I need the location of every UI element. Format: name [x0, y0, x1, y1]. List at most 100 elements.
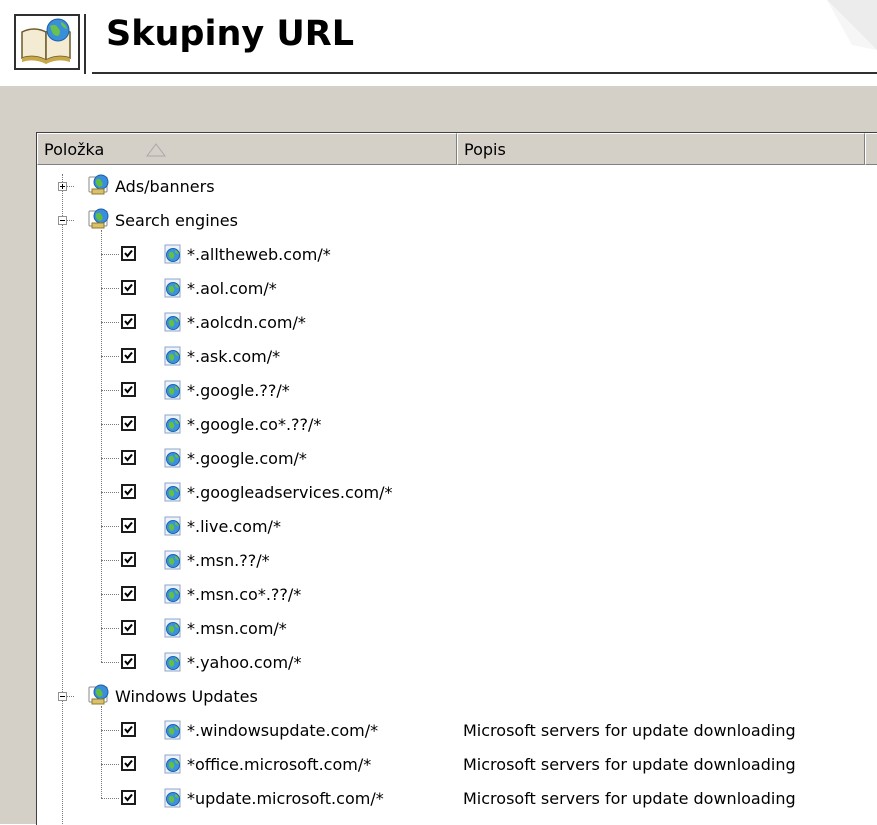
tree-connector [101, 230, 103, 662]
url-pattern-label: *.google.co*.??/* [187, 415, 322, 434]
tree-url-row[interactable]: *update.microsoft.com/* Microsoft servers… [37, 782, 877, 816]
column-header-filler [865, 133, 877, 165]
url-enabled-checkbox[interactable] [121, 722, 136, 737]
tree-connector [101, 628, 119, 630]
url-group-icon [87, 684, 111, 706]
tree-connector [101, 560, 119, 562]
tree-connector [101, 594, 119, 596]
sort-ascending-icon [146, 143, 166, 157]
tree-url-row[interactable]: *.ask.com/* [37, 340, 877, 374]
url-globe-icon [163, 720, 183, 740]
url-enabled-checkbox[interactable] [121, 280, 136, 295]
url-enabled-checkbox[interactable] [121, 620, 136, 635]
tree-connector [101, 662, 119, 664]
title-divider [84, 14, 86, 74]
tree-url-row[interactable]: *.msn.??/* [37, 544, 877, 578]
tree-connector [101, 458, 119, 460]
tree-url-row[interactable]: *.google.??/* [37, 374, 877, 408]
tree-group-label: Ads/banners [115, 177, 215, 196]
tree-url-row[interactable]: *.google.co*.??/* [37, 408, 877, 442]
tree-connector [67, 186, 74, 188]
url-pattern-label: *office.microsoft.com/* [187, 755, 372, 774]
column-header-item-label: Položka [44, 140, 105, 159]
url-globe-icon [163, 788, 183, 808]
tree-connector [101, 764, 119, 766]
tree-connector [101, 254, 119, 256]
url-enabled-checkbox[interactable] [121, 416, 136, 431]
column-header-description-label: Popis [464, 140, 506, 159]
listview-header: Položka Popis [37, 133, 877, 165]
url-pattern-label: *.alltheweb.com/* [187, 245, 331, 264]
url-pattern-label: *update.microsoft.com/* [187, 789, 384, 808]
tree-connector [101, 424, 119, 426]
url-globe-icon [163, 278, 183, 298]
tree-url-row[interactable]: *.live.com/* [37, 510, 877, 544]
tree-connector [101, 730, 119, 732]
tree-connector [101, 526, 119, 528]
tree-url-row[interactable]: *.yahoo.com/* [37, 646, 877, 680]
page-curl-decoration [827, 0, 877, 50]
tree-url-row[interactable]: *.windowsupdate.com/* Microsoft servers f… [37, 714, 877, 748]
url-enabled-checkbox[interactable] [121, 552, 136, 567]
tree-url-row[interactable]: *.googleadservices.com/* [37, 476, 877, 510]
url-enabled-checkbox[interactable] [121, 518, 136, 533]
expand-toggle-icon[interactable] [58, 182, 67, 191]
url-pattern-label: *.msn.co*.??/* [187, 585, 302, 604]
url-globe-icon [163, 618, 183, 638]
tree-url-row[interactable]: *.msn.co*.??/* [37, 578, 877, 612]
url-groups-listview[interactable]: Položka Popis Ads/banners Search engines *… [36, 132, 877, 825]
url-enabled-checkbox[interactable] [121, 756, 136, 771]
tree-url-row[interactable]: *.msn.com/* [37, 612, 877, 646]
url-globe-icon [163, 346, 183, 366]
url-pattern-label: *.msn.??/* [187, 551, 270, 570]
url-enabled-checkbox[interactable] [121, 314, 136, 329]
url-description-label: Microsoft servers for update downloading [463, 721, 796, 740]
url-enabled-checkbox[interactable] [121, 348, 136, 363]
url-globe-icon [163, 482, 183, 502]
tree-url-row[interactable]: *.alltheweb.com/* [37, 238, 877, 272]
url-globe-icon [163, 380, 183, 400]
tree-connector [67, 696, 74, 698]
url-enabled-checkbox[interactable] [121, 450, 136, 465]
page-title: Skupiny URL [106, 14, 355, 54]
book-globe-icon [14, 14, 80, 70]
url-enabled-checkbox[interactable] [121, 382, 136, 397]
tree-url-row[interactable]: *.aol.com/* [37, 272, 877, 306]
url-globe-icon [163, 516, 183, 536]
url-pattern-label: *.aolcdn.com/* [187, 313, 306, 332]
tree-group-row[interactable]: Windows Updates [37, 680, 877, 714]
collapse-toggle-icon[interactable] [58, 692, 67, 701]
url-globe-icon [163, 754, 183, 774]
tree-connector [67, 220, 74, 222]
url-pattern-label: *.google.com/* [187, 449, 307, 468]
url-description-label: Microsoft servers for update downloading [463, 755, 796, 774]
url-enabled-checkbox[interactable] [121, 654, 136, 669]
url-description-label: Microsoft servers for update downloading [463, 789, 796, 808]
tree-url-row[interactable]: *.google.com/* [37, 442, 877, 476]
url-pattern-label: *.live.com/* [187, 517, 281, 536]
tree-group-row[interactable]: Ads/banners [37, 170, 877, 204]
url-group-icon [87, 174, 111, 196]
url-pattern-label: *.windowsupdate.com/* [187, 721, 379, 740]
url-globe-icon [163, 652, 183, 672]
url-pattern-label: *.yahoo.com/* [187, 653, 302, 672]
tree-group-row[interactable]: Search engines [37, 204, 877, 238]
tree-connector [101, 492, 119, 494]
tree-connector [101, 322, 119, 324]
url-enabled-checkbox[interactable] [121, 790, 136, 805]
column-header-item[interactable]: Položka [37, 133, 457, 165]
tree-group-label: Search engines [115, 211, 238, 230]
column-header-description[interactable]: Popis [457, 133, 865, 165]
tree-url-row[interactable]: *office.microsoft.com/* Microsoft servers… [37, 748, 877, 782]
tree-group-label: Windows Updates [115, 687, 258, 706]
url-globe-icon [163, 448, 183, 468]
url-globe-icon [163, 312, 183, 332]
url-pattern-label: *.googleadservices.com/* [187, 483, 393, 502]
url-enabled-checkbox[interactable] [121, 586, 136, 601]
tree-connector [101, 390, 119, 392]
url-enabled-checkbox[interactable] [121, 246, 136, 261]
url-enabled-checkbox[interactable] [121, 484, 136, 499]
url-globe-icon [163, 414, 183, 434]
tree-url-row[interactable]: *.aolcdn.com/* [37, 306, 877, 340]
collapse-toggle-icon[interactable] [58, 216, 67, 225]
